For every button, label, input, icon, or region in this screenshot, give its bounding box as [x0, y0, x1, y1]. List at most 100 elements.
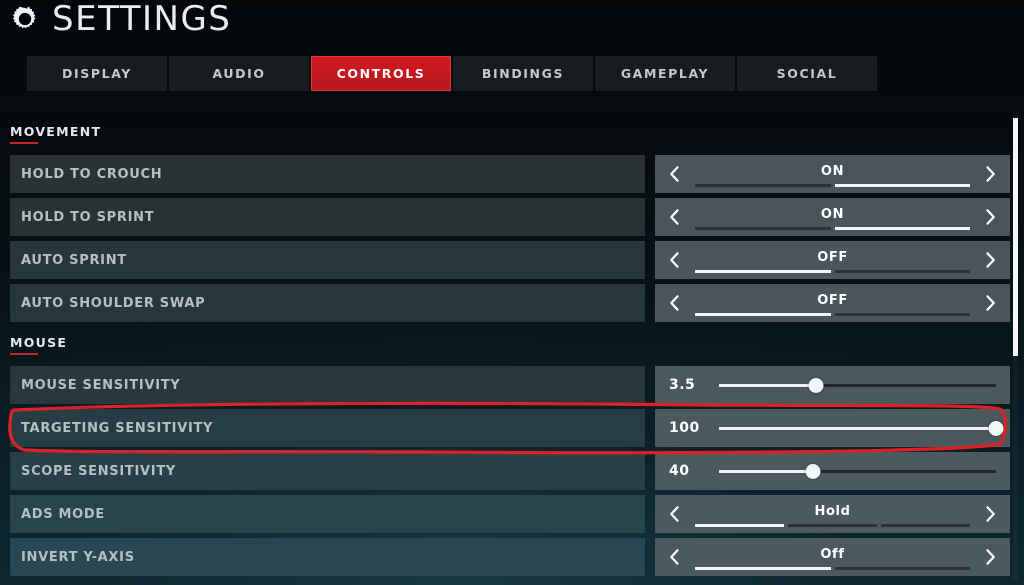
- selector-middle: Off: [695, 538, 970, 576]
- selector-segments: [695, 567, 970, 570]
- row-control[interactable]: OFF: [655, 241, 1010, 279]
- slider-track[interactable]: [719, 463, 996, 479]
- chevron-right-icon[interactable]: [970, 495, 1010, 533]
- settings-row[interactable]: INVERT Y-AXIS Off: [10, 538, 1010, 576]
- selector-segments: [695, 270, 970, 273]
- section-header-movement: MOVEMENT: [10, 124, 101, 144]
- selector-segment: [881, 524, 970, 527]
- chevron-right-icon[interactable]: [970, 538, 1010, 576]
- selector-segment: [695, 567, 831, 570]
- row-control[interactable]: 100: [655, 409, 1010, 447]
- row-label: HOLD TO SPRINT: [10, 198, 645, 236]
- settings-row[interactable]: ADS MODE Hold: [10, 495, 1010, 533]
- settings-row[interactable]: SCOPE SENSITIVITY 40: [10, 452, 1010, 490]
- chevron-right-icon[interactable]: [970, 284, 1010, 322]
- chevron-left-icon[interactable]: [655, 155, 695, 193]
- settings-row[interactable]: MOUSE SENSITIVITY 3.5: [10, 366, 1010, 404]
- selector-segment: [695, 313, 831, 316]
- tab-social[interactable]: SOCIAL: [737, 56, 877, 91]
- settings-row[interactable]: AUTO SHOULDER SWAP OFF: [10, 284, 1010, 322]
- row-control[interactable]: Hold: [655, 495, 1010, 533]
- chevron-right-icon[interactable]: [970, 155, 1010, 193]
- chevron-left-icon[interactable]: [655, 538, 695, 576]
- tab-gameplay[interactable]: GAMEPLAY: [595, 56, 735, 91]
- selector-segment: [695, 270, 831, 273]
- settings-row[interactable]: AUTO SPRINT OFF: [10, 241, 1010, 279]
- selector-segment: [695, 227, 831, 230]
- section-header-mouse: MOUSE: [10, 335, 67, 355]
- value-slider[interactable]: 40: [655, 452, 1010, 490]
- option-selector[interactable]: Hold: [655, 495, 1010, 533]
- tab-controls[interactable]: CONTROLS: [311, 56, 451, 91]
- row-label: SCOPE SENSITIVITY: [10, 452, 645, 490]
- chevron-left-icon[interactable]: [655, 495, 695, 533]
- option-selector[interactable]: ON: [655, 198, 1010, 236]
- slider-value: 40: [669, 463, 690, 479]
- selector-value: OFF: [817, 292, 848, 308]
- option-selector[interactable]: OFF: [655, 241, 1010, 279]
- tab-bindings[interactable]: BINDINGS: [453, 56, 593, 91]
- scrollbar-thumb[interactable]: [1013, 118, 1018, 356]
- selector-value: ON: [820, 163, 845, 179]
- title-row: SETTINGS: [10, 2, 231, 36]
- slider-knob[interactable]: [988, 420, 1004, 436]
- tab-bar: DISPLAY AUDIO CONTROLS BINDINGS GAMEPLAY SOCI…: [27, 56, 877, 91]
- chevron-left-icon[interactable]: [655, 241, 695, 279]
- row-control[interactable]: Off: [655, 538, 1010, 576]
- chevron-left-icon[interactable]: [655, 284, 695, 322]
- chevron-right-icon[interactable]: [970, 241, 1010, 279]
- selector-segments: [695, 227, 970, 230]
- page-title: SETTINGS: [52, 0, 232, 39]
- chevron-left-icon[interactable]: [655, 198, 695, 236]
- selector-middle: ON: [695, 155, 970, 193]
- settings-row[interactable]: HOLD TO CROUCH ON: [10, 155, 1010, 193]
- selector-value: ON: [820, 206, 845, 222]
- slider-fill: [719, 469, 814, 473]
- slider-track[interactable]: [719, 420, 1004, 436]
- selector-segments: [695, 184, 970, 187]
- selector-segments: [695, 313, 970, 316]
- row-control[interactable]: ON: [655, 155, 1010, 193]
- selector-middle: ON: [695, 198, 970, 236]
- slider-knob[interactable]: [808, 377, 824, 393]
- row-label: AUTO SHOULDER SWAP: [10, 284, 645, 322]
- selector-segment: [834, 227, 970, 230]
- selector-value: Off: [820, 546, 845, 562]
- selector-middle: Hold: [695, 495, 970, 533]
- value-slider[interactable]: 3.5: [655, 366, 1010, 404]
- settings-row[interactable]: TARGETING SENSITIVITY 100: [10, 409, 1010, 447]
- settings-row[interactable]: HOLD TO SPRINT ON: [10, 198, 1010, 236]
- selector-segment: [695, 184, 831, 187]
- tab-audio[interactable]: AUDIO: [169, 56, 309, 91]
- option-selector[interactable]: Off: [655, 538, 1010, 576]
- selector-segment: [834, 270, 970, 273]
- settings-screen: SETTINGS DISPLAY AUDIO CONTROLS BINDINGS GAM…: [0, 0, 1024, 585]
- slider-value: 3.5: [669, 377, 696, 393]
- option-selector[interactable]: OFF: [655, 284, 1010, 322]
- selector-middle: OFF: [695, 241, 970, 279]
- selector-segment: [834, 184, 970, 187]
- slider-fill: [719, 426, 996, 430]
- value-slider[interactable]: 100: [655, 409, 1010, 447]
- slider-track[interactable]: [719, 377, 996, 393]
- option-selector[interactable]: ON: [655, 155, 1010, 193]
- row-label: MOUSE SENSITIVITY: [10, 366, 645, 404]
- row-control[interactable]: 40: [655, 452, 1010, 490]
- row-control[interactable]: ON: [655, 198, 1010, 236]
- selector-value: OFF: [817, 249, 848, 265]
- row-label: ADS MODE: [10, 495, 645, 533]
- slider-value: 100: [669, 420, 700, 436]
- row-control[interactable]: OFF: [655, 284, 1010, 322]
- slider-knob[interactable]: [805, 463, 821, 479]
- row-control[interactable]: 3.5: [655, 366, 1010, 404]
- chevron-right-icon[interactable]: [970, 198, 1010, 236]
- row-label: AUTO SPRINT: [10, 241, 645, 279]
- selector-segment: [788, 524, 877, 527]
- selector-value: Hold: [814, 503, 851, 519]
- tab-display[interactable]: DISPLAY: [27, 56, 167, 91]
- slider-fill: [719, 383, 816, 387]
- selector-segment: [834, 567, 970, 570]
- row-label: INVERT Y-AXIS: [10, 538, 645, 576]
- selector-segments: [695, 524, 970, 527]
- gear-icon: [10, 4, 40, 34]
